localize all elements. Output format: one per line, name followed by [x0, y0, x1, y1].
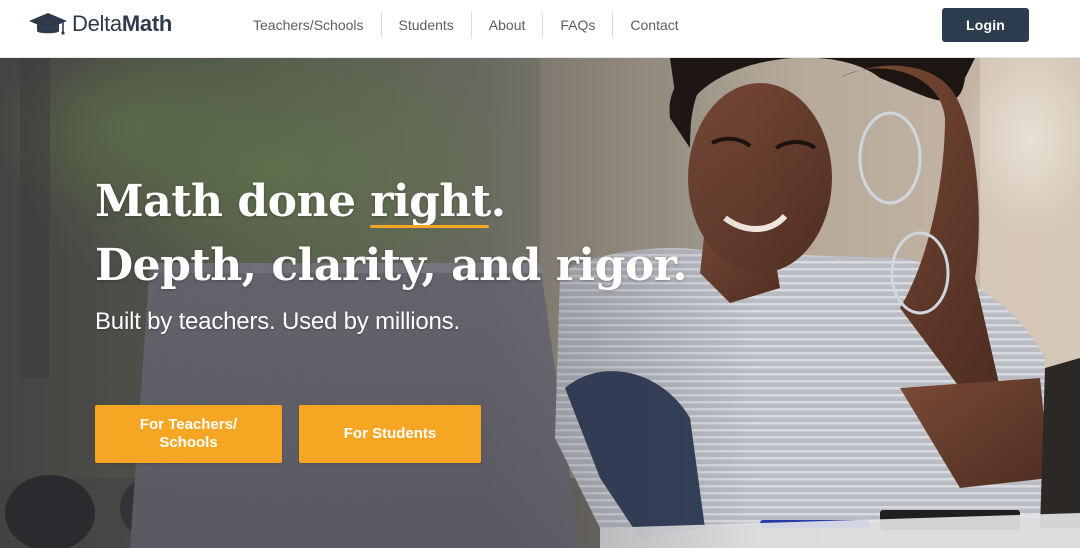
top-navbar: DeltaMath Teachers/Schools Students Abou… — [0, 0, 1080, 58]
brand-name-part1: Delta — [72, 11, 122, 36]
hero-overlay — [0, 58, 1080, 548]
hero-headline: Math done right. Depth, clarity, and rig… — [95, 170, 735, 298]
headline-line-1: Math done right. — [95, 170, 735, 234]
headline-accent-word: right — [370, 170, 491, 234]
brand-name: DeltaMath — [72, 11, 172, 37]
for-students-button[interactable]: For Students — [299, 405, 481, 463]
brand-name-part2: Math — [121, 11, 172, 36]
nav-link-about[interactable]: About — [470, 12, 543, 38]
for-students-label: For Students — [343, 425, 437, 442]
login-button[interactable]: Login — [942, 8, 1029, 42]
hero-section: Math done right. Depth, clarity, and rig… — [0, 58, 1080, 548]
headline-line-1-end: . — [490, 176, 506, 227]
hero-subheadline: Built by teachers. Used by millions. — [95, 308, 460, 335]
nav-link-teachers-schools[interactable]: Teachers/Schools — [236, 12, 381, 38]
deltamath-logo[interactable]: DeltaMath — [28, 10, 172, 38]
headline-line-1-start: Math done — [95, 176, 371, 227]
for-teachers-schools-button[interactable]: For Teachers/ Schools — [95, 405, 282, 463]
nav-links: Teachers/Schools Students About FAQs Con… — [236, 12, 696, 38]
nav-link-students[interactable]: Students — [380, 12, 471, 38]
graduation-cap-icon — [29, 13, 67, 35]
nav-link-faqs[interactable]: FAQs — [542, 12, 612, 38]
nav-link-contact[interactable]: Contact — [612, 12, 695, 38]
for-teachers-schools-label: For Teachers/ Schools — [139, 416, 238, 451]
headline-line-2: Depth, clarity, and rigor. — [95, 240, 688, 291]
